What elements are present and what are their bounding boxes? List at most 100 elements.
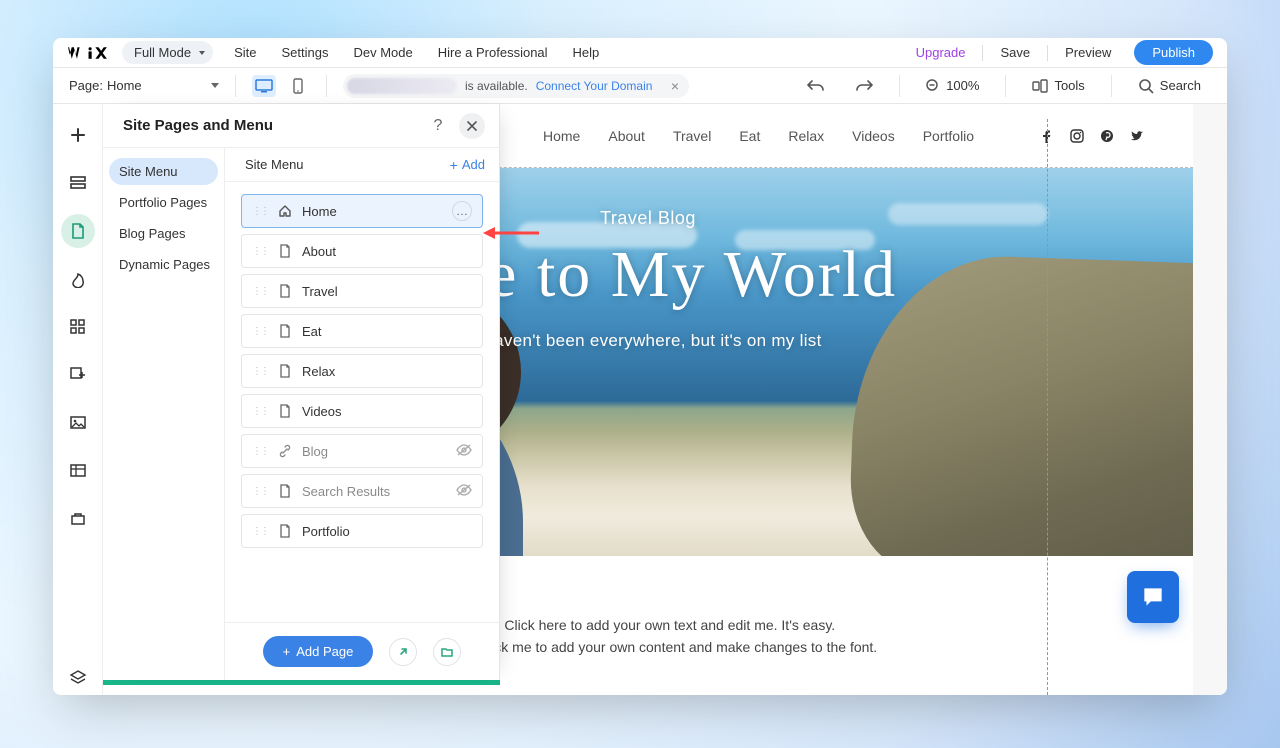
twitter-icon[interactable]: [1129, 128, 1145, 144]
nav-travel[interactable]: Travel: [673, 128, 711, 144]
rail-media-button[interactable]: [61, 406, 95, 440]
page-item-eat[interactable]: ⋮⋮Eat: [241, 314, 483, 348]
page-item-videos[interactable]: ⋮⋮ Videos: [241, 394, 483, 428]
rail-business-button[interactable]: [61, 502, 95, 536]
page-icon: [278, 244, 292, 258]
publish-button[interactable]: Publish: [1134, 40, 1213, 65]
mode-dropdown[interactable]: Full Mode: [122, 41, 213, 64]
domain-available-text: is available.: [465, 79, 528, 93]
pages-panel: Site Pages and Menu ? Site Menu Portfolio…: [103, 104, 500, 680]
page-item-more-button[interactable]: [452, 201, 472, 221]
drag-handle-icon[interactable]: ⋮⋮: [252, 366, 268, 377]
hidden-icon[interactable]: [456, 484, 472, 499]
drag-handle-icon[interactable]: ⋮⋮: [252, 286, 268, 297]
save-button[interactable]: Save: [988, 45, 1042, 60]
rail-pages-button[interactable]: [61, 214, 95, 248]
page-item-relax[interactable]: ⋮⋮ Relax: [241, 354, 483, 388]
instagram-icon[interactable]: [1069, 128, 1085, 144]
chat-fab[interactable]: [1127, 571, 1179, 623]
page-icon: [278, 284, 292, 298]
close-icon[interactable]: ×: [671, 78, 679, 94]
footer-link-button[interactable]: [389, 638, 417, 666]
add-menu-item-link[interactable]: Add: [450, 157, 485, 173]
nav-eat[interactable]: Eat: [739, 128, 760, 144]
page-item-label: Videos: [302, 404, 472, 419]
tools-button[interactable]: Tools: [1022, 74, 1094, 98]
drag-handle-icon[interactable]: ⋮⋮: [252, 326, 268, 337]
help-icon[interactable]: ?: [427, 115, 449, 137]
menu-dev-mode[interactable]: Dev Mode: [341, 45, 424, 60]
link-icon: [278, 444, 292, 458]
page-item-search-results[interactable]: ⋮⋮Search Results: [241, 474, 483, 508]
connect-domain-link[interactable]: Connect Your Domain: [536, 79, 653, 93]
drag-handle-icon[interactable]: ⋮⋮: [252, 446, 268, 457]
menu-settings[interactable]: Settings: [269, 45, 340, 60]
pages-panel-right: Site Menu Add ⋮⋮Home⋮⋮About⋮⋮Travel⋮⋮Eat…: [225, 148, 499, 680]
pages-category-site-menu[interactable]: Site Menu: [109, 158, 218, 185]
pages-right-title: Site Menu: [245, 157, 304, 172]
menubar: Full Mode Site Settings Dev Mode Hire a …: [53, 38, 1227, 68]
zoom-control[interactable]: 100%: [916, 74, 989, 98]
add-page-button[interactable]: Add Page: [263, 636, 374, 667]
nav-about[interactable]: About: [608, 128, 645, 144]
search-button[interactable]: Search: [1128, 74, 1211, 98]
menu-site[interactable]: Site: [222, 45, 268, 60]
home-icon: [278, 204, 292, 218]
page-name: Home: [107, 78, 142, 93]
rail-add-button[interactable]: [61, 118, 95, 152]
page-icon: [278, 364, 292, 378]
rail-layers-button[interactable]: [61, 661, 95, 695]
menu-hire-pro[interactable]: Hire a Professional: [426, 45, 560, 60]
nav-home[interactable]: Home: [543, 128, 580, 144]
divider: [982, 45, 983, 61]
undo-button[interactable]: [797, 74, 835, 98]
page-icon: [278, 524, 292, 538]
preview-button[interactable]: Preview: [1053, 45, 1123, 60]
zoom-value: 100%: [946, 78, 979, 93]
nav-videos[interactable]: Videos: [852, 128, 895, 144]
pages-category-dynamic-pages[interactable]: Dynamic Pages: [109, 251, 218, 278]
rail-theme-button[interactable]: [61, 262, 95, 296]
editor-window: Full Mode Site Settings Dev Mode Hire a …: [53, 38, 1227, 695]
page-item-portfolio[interactable]: ⋮⋮Portfolio: [241, 514, 483, 548]
domain-bar: is available. Connect Your Domain ×: [343, 74, 689, 98]
chevron-down-icon: [211, 83, 219, 88]
rail-sections-button[interactable]: [61, 166, 95, 200]
pages-category-portfolio-pages[interactable]: Portfolio Pages: [109, 189, 218, 216]
drag-handle-icon[interactable]: ⋮⋮: [252, 526, 268, 537]
pinterest-icon[interactable]: [1099, 128, 1115, 144]
page-item-label: Travel: [302, 284, 472, 299]
mobile-view-button[interactable]: [286, 75, 310, 97]
upgrade-link[interactable]: Upgrade: [904, 45, 978, 60]
drag-handle-icon[interactable]: ⋮⋮: [252, 206, 268, 217]
pages-category-blog-pages[interactable]: Blog Pages: [109, 220, 218, 247]
page-item-travel[interactable]: ⋮⋮ Travel: [241, 274, 483, 308]
page-item-home[interactable]: ⋮⋮Home: [241, 194, 483, 228]
pages-panel-title: Site Pages and Menu: [123, 117, 273, 134]
drag-handle-icon[interactable]: ⋮⋮: [252, 246, 268, 257]
page-boundary-guide: [1047, 119, 1048, 695]
desktop-view-button[interactable]: [252, 75, 276, 97]
rail-addplus-button[interactable]: [61, 358, 95, 392]
redo-button[interactable]: [845, 74, 883, 98]
rail-cms-button[interactable]: [61, 454, 95, 488]
page-item-label: Relax: [302, 364, 472, 379]
page-item-blog[interactable]: ⋮⋮ Blog: [241, 434, 483, 468]
rail-apps-button[interactable]: [61, 310, 95, 344]
page-item-about[interactable]: ⋮⋮About: [241, 234, 483, 268]
page-icon: [278, 324, 292, 338]
footer-folder-button[interactable]: [433, 638, 461, 666]
nav-relax[interactable]: Relax: [788, 128, 824, 144]
page-selector[interactable]: Page: Home: [69, 78, 219, 93]
page-item-label: Blog: [302, 444, 446, 459]
pages-panel-header: Site Pages and Menu ?: [103, 104, 499, 148]
drag-handle-icon[interactable]: ⋮⋮: [252, 486, 268, 497]
drag-handle-icon[interactable]: ⋮⋮: [252, 406, 268, 417]
site-socials: [1039, 128, 1145, 144]
mode-label: Full Mode: [134, 45, 191, 60]
hidden-icon[interactable]: [456, 444, 472, 459]
close-panel-button[interactable]: [459, 113, 485, 139]
nav-portfolio[interactable]: Portfolio: [923, 128, 974, 144]
device-switcher: [252, 75, 310, 97]
menu-help[interactable]: Help: [561, 45, 612, 60]
